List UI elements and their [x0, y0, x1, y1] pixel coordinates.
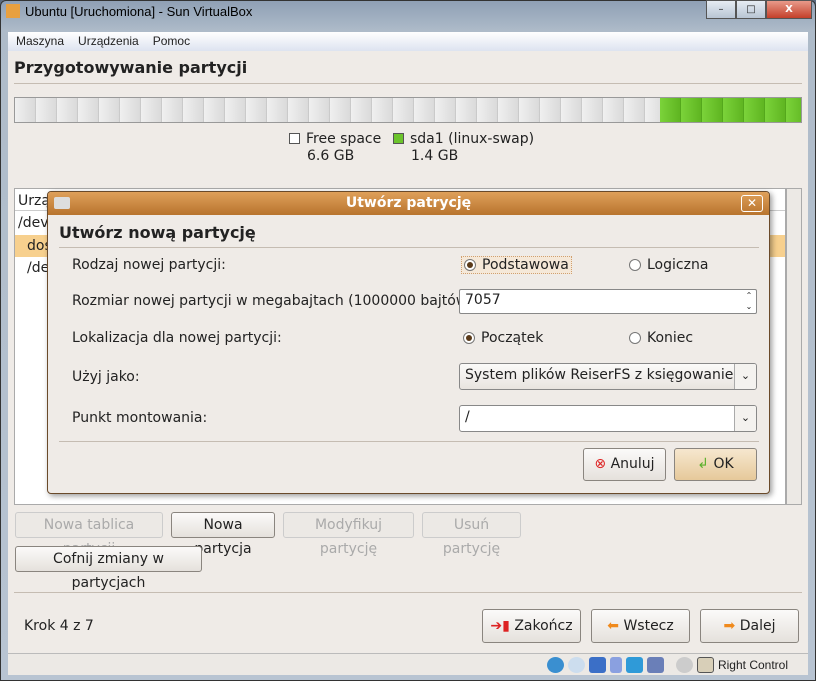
cd-icon[interactable] — [567, 656, 585, 673]
next-button[interactable]: ➡ Dalej — [700, 609, 799, 643]
network-icon[interactable] — [588, 656, 606, 673]
new-table-button[interactable]: Nowa tablica partycji — [15, 512, 163, 557]
size-label: Rozmiar nowej partycji w megabajtach (10… — [72, 293, 478, 309]
close-button[interactable]: X — [766, 0, 812, 19]
menu-pomoc[interactable]: Pomoc — [153, 34, 190, 49]
dialog-close-button[interactable]: ✕ — [741, 195, 763, 212]
maximize-button[interactable]: □ — [736, 0, 766, 19]
free-swatch — [289, 133, 300, 144]
legend-size: 1.4 GB — [411, 148, 459, 164]
cancel-icon: ⊗ — [594, 456, 607, 472]
step-indicator: Krok 4 z 7 — [24, 618, 94, 634]
radio-end[interactable]: Koniec — [629, 330, 693, 346]
dialog-title-bar: Utwórz patrycję ✕ — [48, 192, 769, 215]
arrow-right-icon: ➡ — [723, 618, 736, 634]
radio-logical[interactable]: Logiczna — [629, 257, 708, 273]
window-controls: – □ X — [706, 0, 812, 20]
modify-partition-button[interactable]: Modyfikuj partycję — [283, 512, 414, 557]
size-value: 7057 — [465, 292, 501, 308]
virtualbox-icon — [6, 4, 20, 18]
dialog-title: Utwórz patrycję — [345, 195, 472, 211]
legend-label: Free space — [306, 131, 382, 147]
ok-button[interactable]: ↲ OK — [674, 448, 757, 481]
exit-door-icon: ➔▮ — [490, 618, 510, 634]
radio-selected-icon — [463, 332, 475, 344]
radio-primary[interactable]: Podstawowa — [461, 256, 572, 274]
swap-swatch — [393, 133, 404, 144]
use-as-label: Użyj jako: — [72, 369, 140, 385]
ok-arrow-icon: ↲ — [697, 456, 710, 472]
divider — [14, 592, 802, 593]
drive-icon — [54, 197, 70, 209]
page-title: Przygotowywanie partycji — [14, 58, 248, 77]
cancel-label: Anuluj — [610, 456, 655, 472]
divider — [59, 441, 759, 442]
swap-segment — [659, 98, 801, 122]
legend-label: sda1 (linux-swap) — [410, 131, 535, 147]
mount-label: Punkt montowania: — [72, 410, 208, 426]
host-key-icon — [696, 656, 714, 673]
status-bar: Right Control — [8, 653, 808, 675]
usb-icon[interactable] — [609, 656, 622, 673]
quit-button[interactable]: ➔▮ Zakończ — [482, 609, 581, 643]
chevron-down-icon[interactable]: ⌄ — [734, 406, 756, 431]
shared-folder-icon[interactable] — [625, 656, 643, 673]
undo-changes-button[interactable]: Cofnij zmiany w partycjach — [15, 546, 202, 591]
next-label: Dalej — [739, 618, 776, 634]
location-label: Lokalizacja dla nowej partycji: — [72, 330, 282, 346]
chevron-down-icon: ⌄ — [734, 364, 756, 389]
minimize-button[interactable]: – — [706, 0, 736, 19]
virtualization-icon[interactable] — [646, 656, 664, 673]
mouse-integration-icon[interactable] — [675, 656, 693, 673]
radio-unselected-icon — [629, 259, 641, 271]
title-bar: Ubuntu [Uruchomiona] - Sun VirtualBox — [6, 4, 252, 26]
back-button[interactable]: ⬅ Wstecz — [591, 609, 690, 643]
menu-urzadzenia[interactable]: Urządzenia — [78, 34, 139, 49]
hard-disk-icon[interactable] — [546, 656, 564, 673]
divider — [14, 83, 802, 84]
legend-swap: sda1 (linux-swap) 1.4 GB — [393, 131, 534, 164]
radio-label: Podstawowa — [482, 257, 569, 273]
legend-free: Free space 6.6 GB — [289, 131, 381, 164]
host-key-label: Right Control — [717, 657, 788, 672]
back-label: Wstecz — [623, 618, 674, 634]
radio-beginning[interactable]: Początek — [463, 330, 543, 346]
legend-size: 6.6 GB — [307, 148, 355, 164]
radio-label: Logiczna — [647, 257, 709, 273]
type-label: Rodzaj nowej partycji: — [72, 257, 226, 273]
quit-label: Zakończ — [514, 618, 573, 634]
ok-label: OK — [713, 456, 734, 472]
spin-arrows-icon[interactable]: ⌃ ⌄ — [742, 290, 756, 313]
filesystem-value: System plików ReiserFS z księgowaniem — [465, 367, 748, 383]
mount-point-combo[interactable]: / ⌄ — [459, 405, 757, 432]
delete-partition-button[interactable]: Usuń partycję — [422, 512, 521, 557]
radio-unselected-icon — [629, 332, 641, 344]
new-partition-button[interactable]: Nowa partycja — [171, 512, 275, 557]
dialog-heading: Utwórz nową partycję — [59, 223, 256, 242]
mount-value: / — [465, 409, 470, 425]
radio-label: Początek — [481, 330, 544, 346]
radio-label: Koniec — [647, 330, 694, 346]
window-title: Ubuntu [Uruchomiona] - Sun VirtualBox — [25, 4, 253, 19]
filesystem-select[interactable]: System plików ReiserFS z księgowaniem ⌄ — [459, 363, 757, 390]
radio-selected-icon — [464, 259, 476, 271]
divider — [59, 247, 759, 248]
menu-bar: Maszyna Urządzenia Pomoc — [8, 32, 808, 51]
cancel-button[interactable]: ⊗ Anuluj — [583, 448, 666, 481]
partition-bar — [14, 97, 802, 123]
create-partition-dialog: Utwórz patrycję ✕ Utwórz nową partycję R… — [47, 191, 770, 494]
menu-maszyna[interactable]: Maszyna — [16, 34, 64, 49]
scrollbar[interactable] — [786, 188, 802, 505]
arrow-left-icon: ⬅ — [607, 618, 619, 634]
size-spinbox[interactable]: 7057 ⌃ ⌄ — [459, 289, 757, 314]
